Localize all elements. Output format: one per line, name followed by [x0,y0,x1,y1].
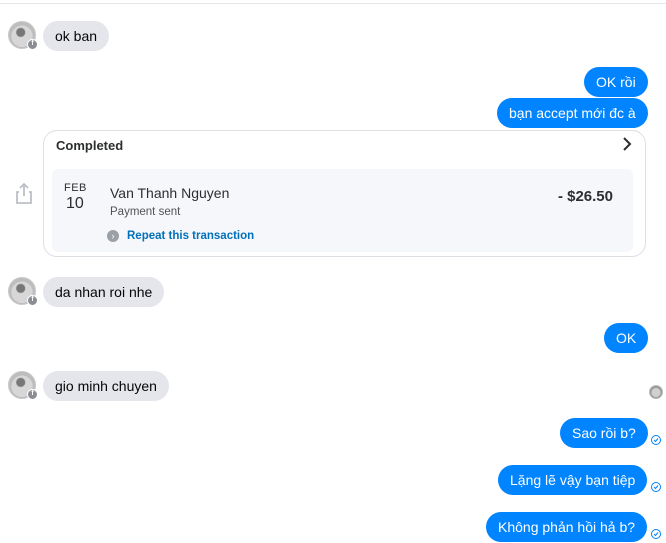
message-outgoing[interactable]: OK rồi [584,67,648,97]
repeat-transaction-link[interactable]: Repeat this transaction [127,230,254,242]
message-incoming[interactable]: ok ban [43,21,110,51]
contact-avatar[interactable]: f [8,371,38,400]
contact-avatar[interactable]: f [8,21,38,50]
seen-check-icon [651,529,661,539]
payment-status: Completed [56,138,124,153]
message-text: Lặng lẽ vậy bạn tiệp [510,472,636,488]
message-outgoing[interactable]: Lặng lẽ vậy bạn tiệp [498,465,648,495]
messenger-badge-icon: f [27,39,38,50]
transaction-type: Payment sent [110,206,181,218]
message-incoming[interactable]: gio minh chuyen [43,371,169,401]
message-text: bạn accept mới đc à [509,105,636,121]
seen-check-icon [651,435,661,445]
share-icon[interactable] [14,182,34,206]
recipient-name: Van Thanh Nguyen [110,185,230,201]
messenger-badge-icon: f [27,389,38,400]
read-receipt-avatar [649,385,663,399]
message-outgoing[interactable]: bạn accept mới đc à [497,98,648,128]
transaction-month: FEB [64,182,87,194]
transaction-details: FEB 10 Van Thanh Nguyen Payment sent - $… [52,169,633,252]
message-text: gio minh chuyen [55,378,157,394]
top-divider [0,0,666,4]
message-text: OK rồi [596,74,636,90]
message-text: Sao rồi b? [572,425,636,441]
chevron-right-icon[interactable] [621,137,633,151]
message-text: OK [616,330,637,346]
message-text: ok ban [55,28,98,44]
seen-check-icon [651,482,661,492]
transaction-amount: - $26.50 [557,188,613,205]
message-text: Không phản hồi hả b? [498,519,636,535]
message-outgoing[interactable]: Không phản hồi hả b? [486,512,648,542]
repeat-icon: › [107,230,119,242]
messenger-badge-icon: f [27,295,38,306]
transaction-day: 10 [66,195,84,212]
payment-card[interactable]: Completed FEB 10 Van Thanh Nguyen Paymen… [43,130,646,257]
message-outgoing[interactable]: Sao rồi b? [560,418,648,448]
message-outgoing[interactable]: OK [604,323,649,353]
message-text: da nhan roi nhe [55,284,153,300]
message-incoming[interactable]: da nhan roi nhe [43,277,165,307]
contact-avatar[interactable]: f [8,277,38,306]
